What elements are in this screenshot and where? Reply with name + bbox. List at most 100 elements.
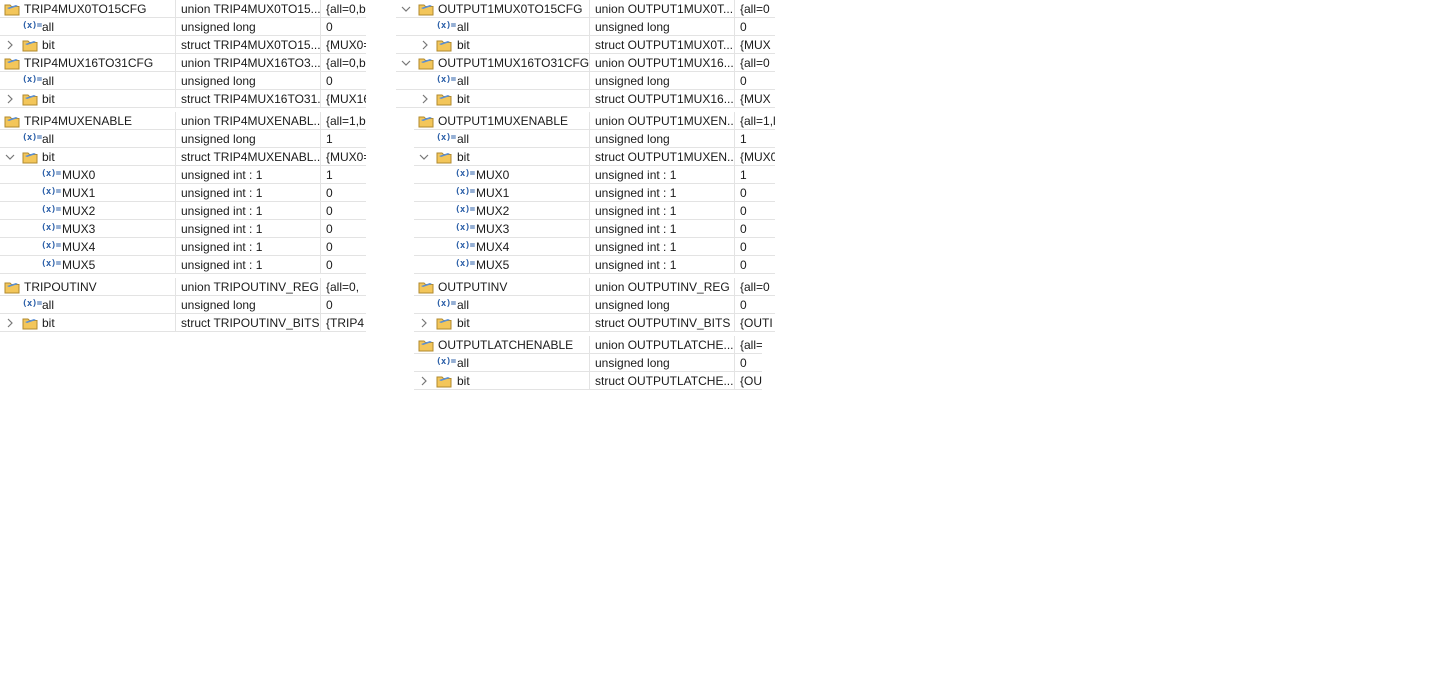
tree-row[interactable]: (x)= MUX3 unsigned int : 1 0	[414, 220, 775, 238]
variable-type: unsigned int : 1	[595, 167, 677, 182]
variable-value[interactable]: 0	[740, 258, 747, 272]
variable-type: union TRIP4MUX16TO3...	[181, 55, 321, 70]
chevron-right-icon[interactable]	[419, 91, 431, 107]
variable-value[interactable]: 1	[740, 168, 747, 182]
variable-value[interactable]: {all=0,	[326, 280, 359, 294]
tree-row[interactable]: (x)= MUX3 unsigned int : 1 0	[0, 220, 366, 238]
tree-row[interactable]: TRIP4MUXENABLE union TRIP4MUXENABL... {a…	[0, 112, 366, 130]
variable-x-icon: (x)=	[41, 241, 61, 251]
tree-row[interactable]: bit struct TRIPOUTINV_BITS {TRIP4	[0, 314, 366, 332]
tree-row[interactable]: OUTPUT1MUXENABLE union OUTPUT1MUXEN... {…	[414, 112, 775, 130]
variable-value[interactable]: {all=	[740, 338, 762, 352]
tree-row[interactable]: (x)= all unsigned long 0	[0, 296, 366, 314]
tree-row[interactable]: (x)= MUX0 unsigned int : 1 1	[0, 166, 366, 184]
variable-value[interactable]: 0	[740, 186, 747, 200]
variable-name: bit	[457, 374, 470, 388]
tree-row[interactable]: bit struct TRIP4MUXENABL... {MUX0=	[0, 148, 366, 166]
variable-value[interactable]: {MUX	[740, 92, 771, 106]
variable-name: OUTPUT1MUX16TO31CFG	[438, 56, 590, 70]
variable-value[interactable]: 0	[326, 20, 333, 34]
variable-name: all	[457, 356, 470, 370]
tree-row[interactable]: TRIPOUTINV union TRIPOUTINV_REG {all=0,	[0, 278, 366, 296]
tree-row[interactable]: TRIP4MUX16TO31CFG union TRIP4MUX16TO3...…	[0, 54, 366, 72]
tree-row[interactable]: (x)= MUX4 unsigned int : 1 0	[0, 238, 366, 256]
variable-value[interactable]: 0	[740, 356, 747, 370]
tree-row[interactable]: (x)= MUX1 unsigned int : 1 0	[0, 184, 366, 202]
variable-value[interactable]: 0	[740, 240, 747, 254]
tree-row[interactable]: (x)= MUX0 unsigned int : 1 1	[414, 166, 775, 184]
variable-value[interactable]: 0	[740, 74, 747, 88]
variable-value[interactable]: {all=1,b	[326, 114, 366, 128]
chevron-right-icon[interactable]	[419, 37, 431, 53]
variable-value[interactable]: {MUX0=	[326, 150, 366, 164]
variable-x-icon: (x)=	[455, 259, 475, 269]
chevron-down-icon[interactable]	[400, 55, 412, 71]
variable-value[interactable]: {OUTI	[740, 316, 773, 330]
chevron-right-icon[interactable]	[418, 315, 430, 331]
tree-row[interactable]: (x)= MUX2 unsigned int : 1 0	[0, 202, 366, 220]
chevron-right-icon[interactable]	[4, 315, 16, 331]
tree-row[interactable]: (x)= MUX5 unsigned int : 1 0	[414, 256, 775, 274]
variable-value[interactable]: 0	[326, 186, 333, 200]
variable-value[interactable]: {TRIP4	[326, 316, 364, 330]
tree-row[interactable]: (x)= all unsigned long 1	[414, 130, 775, 148]
tree-row[interactable]: (x)= all unsigned long 0	[396, 72, 775, 90]
tree-row[interactable]: bit struct OUTPUT1MUX0T... {MUX	[396, 36, 775, 54]
tree-row[interactable]: bit struct OUTPUT1MUXEN... {MUX0	[414, 148, 775, 166]
variable-value[interactable]: 1	[740, 132, 747, 146]
tree-row[interactable]: (x)= MUX1 unsigned int : 1 0	[414, 184, 775, 202]
variable-value[interactable]: 0	[326, 298, 333, 312]
tree-row[interactable]: (x)= all unsigned long 0	[414, 296, 775, 314]
tree-row[interactable]: bit struct OUTPUTINV_BITS {OUTI	[414, 314, 775, 332]
variable-value[interactable]: 0	[326, 222, 333, 236]
variable-value[interactable]: 1	[326, 168, 333, 182]
tree-row[interactable]: OUTPUT1MUX0TO15CFG union OUTPUT1MUX0T...…	[396, 0, 775, 18]
variable-value[interactable]: {all=1,l	[740, 114, 775, 128]
variable-value[interactable]: {MUX0=	[326, 38, 366, 52]
tree-row[interactable]: bit struct OUTPUT1MUX16... {MUX	[396, 90, 775, 108]
tree-row[interactable]: (x)= all unsigned long 0	[0, 72, 366, 90]
chevron-down-icon[interactable]	[400, 1, 412, 17]
variable-value[interactable]: 0	[326, 258, 333, 272]
chevron-down-icon[interactable]	[418, 149, 430, 165]
variable-value[interactable]: {MUX	[740, 38, 771, 52]
tree-row[interactable]: (x)= all unsigned long 0	[0, 18, 366, 36]
tree-row[interactable]: bit struct OUTPUTLATCHE... {OU	[414, 372, 762, 390]
chevron-down-icon[interactable]	[4, 149, 16, 165]
chevron-right-icon[interactable]	[4, 37, 16, 53]
tree-row[interactable]: (x)= all unsigned long 1	[0, 130, 366, 148]
tree-row[interactable]: OUTPUT1MUX16TO31CFG union OUTPUT1MUX16..…	[396, 54, 775, 72]
tree-row[interactable]: bit struct TRIP4MUX16TO31... {MUX16	[0, 90, 366, 108]
tree-row[interactable]: OUTPUTINV union OUTPUTINV_REG {all=0	[414, 278, 775, 296]
variable-value[interactable]: 0	[740, 298, 747, 312]
tree-row[interactable]: (x)= all unsigned long 0	[396, 18, 775, 36]
variable-value[interactable]: {all=0	[740, 280, 770, 294]
variable-value[interactable]: 0	[740, 20, 747, 34]
variable-value[interactable]: 0	[326, 240, 333, 254]
variable-value[interactable]: 0	[326, 74, 333, 88]
variable-value[interactable]: {all=0,bi	[326, 56, 366, 70]
variable-value[interactable]: 0	[740, 204, 747, 218]
tree-row[interactable]: (x)= MUX2 unsigned int : 1 0	[414, 202, 775, 220]
variable-value[interactable]: {all=0	[740, 56, 770, 70]
chevron-right-icon[interactable]	[4, 91, 16, 107]
variable-type: unsigned long	[595, 73, 670, 88]
variable-value[interactable]: {all=0	[740, 2, 770, 16]
tree-row[interactable]: (x)= all unsigned long 0	[414, 354, 762, 372]
variable-value[interactable]: {MUX0	[740, 150, 775, 164]
variable-value[interactable]: 1	[326, 132, 333, 146]
variable-value[interactable]: {OU	[740, 374, 762, 388]
chevron-right-icon[interactable]	[418, 373, 430, 389]
variable-value[interactable]: {all=0,bi	[326, 2, 366, 16]
tree-row[interactable]: (x)= MUX4 unsigned int : 1 0	[414, 238, 775, 256]
variable-name: bit	[457, 38, 470, 52]
variable-value[interactable]: 0	[326, 204, 333, 218]
tree-row[interactable]: (x)= MUX5 unsigned int : 1 0	[0, 256, 366, 274]
variable-type: unsigned int : 1	[595, 221, 677, 236]
tree-row[interactable]: TRIP4MUX0TO15CFG union TRIP4MUX0TO15... …	[0, 0, 366, 18]
variable-value[interactable]: {MUX16	[326, 92, 366, 106]
tree-row[interactable]: OUTPUTLATCHENABLE union OUTPUTLATCHE... …	[414, 336, 762, 354]
variable-type: unsigned int : 1	[181, 203, 263, 218]
tree-row[interactable]: bit struct TRIP4MUX0TO15... {MUX0=	[0, 36, 366, 54]
variable-value[interactable]: 0	[740, 222, 747, 236]
